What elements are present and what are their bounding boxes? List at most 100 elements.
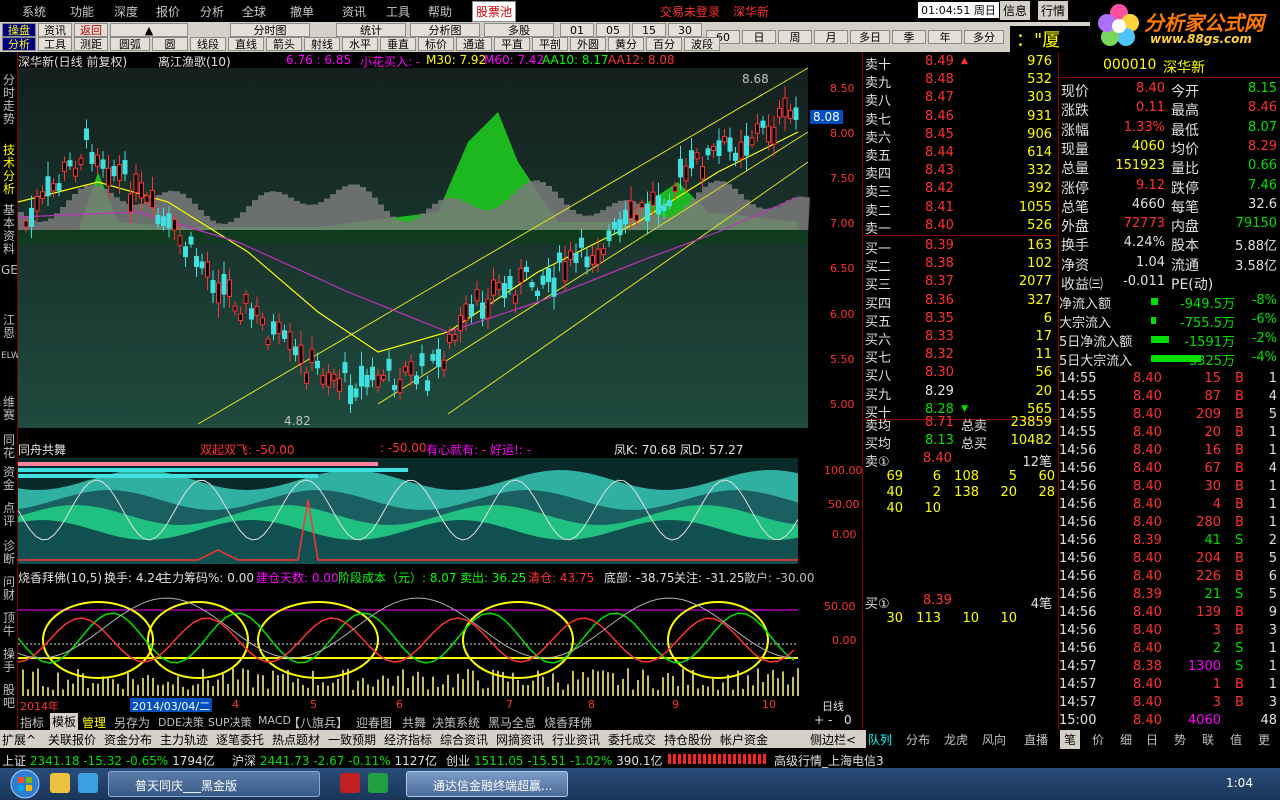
toolbar-news[interactable]: 资讯 [38, 23, 72, 37]
index-hs[interactable]: 沪深 2441.73 -2.67 -0.11% 1127亿 [232, 752, 437, 769]
side-tab-elwave[interactable]: ELWAVE [1, 350, 37, 363]
toolbar-ray[interactable]: 射线 [304, 37, 340, 51]
menu-tools[interactable]: 工具 [386, 3, 410, 20]
taskbar-item-2[interactable]: 通达信金融终端超赢... [406, 771, 568, 797]
fbar-holdings[interactable]: 持仓股份 [664, 731, 712, 748]
toolbar-period-multimin[interactable]: 多分 [964, 30, 1004, 44]
tab-macd[interactable]: MACD [258, 714, 291, 727]
toolbar-vertical[interactable]: 垂直 [380, 37, 416, 51]
tongzhou-indicator-panel[interactable]: 同舟共舞 双起双飞: -50.00 : -50.00 有心就有: - 好运!: … [17, 440, 863, 568]
ask-level[interactable]: 卖八 8.47 303 [863, 89, 1058, 109]
toolbar-period-month[interactable]: 月 [814, 30, 848, 44]
fbar-economic[interactable]: 经济指标 [384, 731, 432, 748]
side-tab-review[interactable]: 点评 [1, 502, 17, 528]
toolbar-horizontal[interactable]: 水平 [342, 37, 378, 51]
tab-dde[interactable]: DDE决策 [158, 714, 204, 730]
bid-level[interactable]: 买五 8.35 6 [863, 310, 1058, 330]
toolbar-wave[interactable]: 波段 [684, 37, 720, 51]
toolbar-multi-stock[interactable]: 多股 [484, 23, 554, 37]
bid1-queue-header[interactable]: 买① 8.39 4笔 [863, 592, 1058, 612]
fbar-consensus[interactable]: 一致预期 [328, 731, 376, 748]
zoom-out-button[interactable]: - [828, 713, 832, 727]
tab-gongwu[interactable]: 共舞 [402, 714, 426, 731]
tab-template[interactable]: 模板 [50, 713, 79, 730]
toolbar-period-week[interactable]: 周 [778, 30, 812, 44]
rtab-detail[interactable]: 细 [1120, 731, 1132, 748]
ie-icon[interactable] [78, 773, 98, 793]
side-tab-trader[interactable]: 操手 [1, 648, 17, 674]
tab-decision-system[interactable]: 决策系统 [432, 714, 480, 731]
tab-baqibing[interactable]: 【八旗兵】 [288, 714, 348, 731]
side-tab-intraday[interactable]: 分时走势 [1, 74, 17, 126]
toolbar-analysis[interactable]: 分析 [2, 37, 36, 51]
menu-depth[interactable]: 深度 [114, 3, 138, 20]
rtab-live[interactable]: 直播 [1024, 731, 1048, 748]
toolbar-intraday[interactable]: 分时图 [230, 23, 310, 37]
menu-system[interactable]: 系统 [22, 3, 46, 20]
rtab-day[interactable]: 日 [1146, 731, 1158, 748]
tab-yingchun[interactable]: 迎春图 [356, 714, 392, 731]
side-tab-gann[interactable]: 江恩 [1, 314, 17, 340]
login-status[interactable]: 交易未登录 [660, 3, 720, 20]
fbar-general-news[interactable]: 综合资讯 [440, 731, 488, 748]
app-icon[interactable] [368, 773, 388, 793]
fbar-fund-distribution[interactable]: 资金分布 [104, 731, 152, 748]
rtab-link[interactable]: 联 [1202, 731, 1214, 748]
app-icon[interactable] [340, 773, 360, 793]
fbar-orders[interactable]: 委托成交 [608, 731, 656, 748]
side-tab-dingniu[interactable]: 顶牛 [1, 612, 17, 638]
side-tab-forum[interactable]: 股吧 [1, 684, 17, 710]
tongzhou-chart[interactable] [17, 440, 860, 568]
ask-level[interactable]: 卖三 8.42 392 [863, 180, 1058, 200]
tab-manage[interactable]: 管理 [82, 714, 106, 731]
menu-cancel-order[interactable]: 撤单 [290, 3, 314, 20]
bid-level[interactable]: 买八 8.30 56 [863, 364, 1058, 384]
toolbar-stats[interactable]: 统计 [336, 23, 406, 37]
index-cy[interactable]: 创业 1511.05 -15.51 -1.02% 390.1亿 [446, 752, 662, 769]
menu-quote[interactable]: 报价 [156, 3, 180, 20]
tab-save-as[interactable]: 另存为 [114, 714, 150, 731]
toolbar-circle[interactable]: 圆 [152, 37, 188, 51]
fbar-account[interactable]: 帐户资金 [720, 731, 768, 748]
rtab-trend[interactable]: 势 [1174, 731, 1186, 748]
toolbar-period-day[interactable]: 日 [742, 30, 776, 44]
rtab-value[interactable]: 值 [1230, 731, 1242, 748]
toolbar-measure[interactable]: 测距 [74, 37, 108, 51]
toolbar-up-arrow[interactable]: ▲ [110, 23, 188, 37]
tab-heima[interactable]: 黑马全息 [488, 714, 536, 731]
fbar-web-news[interactable]: 网摘资讯 [496, 731, 544, 748]
toolbar-period-season[interactable]: 季 [892, 30, 926, 44]
menu-global[interactable]: 全球 [242, 3, 266, 20]
rtab-longhu[interactable]: 龙虎 [944, 731, 968, 748]
fbar-expand[interactable]: 扩展^ [2, 731, 36, 748]
ask-level[interactable]: 卖四 8.43 332 [863, 162, 1058, 182]
toolbar-back[interactable]: 返回 [74, 23, 108, 37]
ask1-queue-header[interactable]: 卖① 8.40 12笔 [863, 450, 1058, 470]
zoom-reset-button[interactable]: 0 [844, 713, 852, 727]
menu-analysis[interactable]: 分析 [200, 3, 224, 20]
side-tab-wencai[interactable]: 问财 [1, 576, 17, 602]
menu-stock-pool[interactable]: 股票池 [472, 1, 517, 22]
taskbar-item-1[interactable]: 普天同庆___黑金版 [108, 771, 320, 797]
menu-help[interactable]: 帮助 [428, 3, 452, 20]
fbar-tick-order[interactable]: 逐笔委托 [216, 731, 264, 748]
toolbar-flat[interactable]: 平直 [494, 37, 530, 51]
side-tab-basic[interactable]: 基本资料 [1, 204, 17, 256]
bid-level[interactable]: 买二 8.38 102 [863, 255, 1058, 275]
ask-level[interactable]: 卖五 8.44 614 [863, 144, 1058, 164]
side-tab-tonghua[interactable]: 同花 [1, 434, 17, 460]
bid-level[interactable]: 买六 8.33 17 [863, 328, 1058, 348]
tab-market[interactable]: 行情 [1038, 1, 1069, 20]
ask-level[interactable]: 卖一 8.40 526 [863, 217, 1058, 237]
bid-level[interactable]: 买四 8.36 327 [863, 292, 1058, 312]
side-tab-funds[interactable]: 资金 [1, 466, 17, 492]
kline-chart-panel[interactable]: 深华新(日线 前复权) 离江渔歌(10) 6.76 : 6.85 小花买入: -… [17, 52, 860, 440]
toolbar-arc[interactable]: 圆弧 [110, 37, 150, 51]
side-tab-weisai[interactable]: 维赛 [1, 396, 17, 422]
tab-shaoxiang[interactable]: 烧香拜佛 [544, 714, 592, 731]
toolbar-arrow[interactable]: 箭头 [266, 37, 302, 51]
rtab-tick[interactable]: 笔 [1060, 730, 1081, 749]
toolbar-analysis-chart[interactable]: 分析图 [410, 23, 480, 37]
menu-news[interactable]: 资讯 [342, 3, 366, 20]
toolbar-period-30[interactable]: 30 [668, 23, 702, 37]
